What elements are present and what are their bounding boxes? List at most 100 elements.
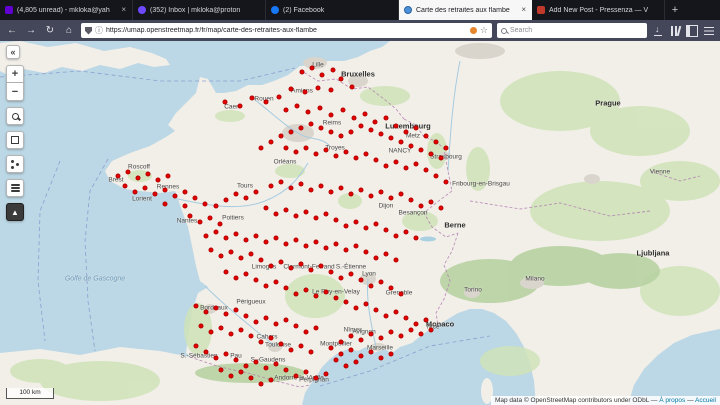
map-panel-toggle-button[interactable]: «: [6, 45, 20, 59]
map-marker[interactable]: [303, 209, 309, 215]
map-marker[interactable]: [393, 257, 399, 263]
map-marker[interactable]: [368, 349, 374, 355]
map-marker[interactable]: [323, 371, 329, 377]
map-marker[interactable]: [338, 275, 344, 281]
about-link[interactable]: À propos: [659, 397, 685, 404]
map-marker[interactable]: [208, 329, 214, 335]
map-marker[interactable]: [363, 249, 369, 255]
map-marker[interactable]: [413, 321, 419, 327]
map-marker[interactable]: [338, 76, 344, 82]
map-marker[interactable]: [363, 225, 369, 231]
map-marker[interactable]: [263, 283, 269, 289]
map-marker[interactable]: [343, 247, 349, 253]
map-marker[interactable]: [340, 107, 346, 113]
map-marker[interactable]: [388, 351, 394, 357]
map-marker[interactable]: [268, 263, 274, 269]
map-marker[interactable]: [368, 283, 374, 289]
map-marker[interactable]: [238, 255, 244, 261]
map-marker[interactable]: [428, 199, 434, 205]
map-marker[interactable]: [368, 331, 374, 337]
map-marker[interactable]: [248, 375, 254, 381]
tab-proton-mail[interactable]: (352) Inbox | mkloka@proton: [133, 0, 266, 20]
map-marker[interactable]: [368, 127, 374, 133]
new-tab-button[interactable]: +: [665, 0, 685, 20]
map-marker[interactable]: [187, 213, 193, 219]
map-marker[interactable]: [293, 373, 299, 379]
map-marker[interactable]: [299, 69, 305, 75]
map-marker[interactable]: [349, 84, 355, 90]
map-marker[interactable]: [330, 67, 336, 73]
map-marker[interactable]: [193, 343, 199, 349]
map-marker[interactable]: [328, 87, 334, 93]
map-marker[interactable]: [333, 241, 339, 247]
map-marker[interactable]: [403, 165, 409, 171]
map-marker[interactable]: [308, 267, 314, 273]
map-marker[interactable]: [362, 111, 368, 117]
map-marker[interactable]: [378, 355, 384, 361]
map-marker[interactable]: [328, 345, 334, 351]
map-marker[interactable]: [418, 147, 424, 153]
map-marker[interactable]: [197, 219, 203, 225]
map-marker[interactable]: [213, 355, 219, 361]
map-marker[interactable]: [418, 203, 424, 209]
map-marker[interactable]: [368, 193, 374, 199]
map-marker[interactable]: [313, 325, 319, 331]
map-marker[interactable]: [293, 237, 299, 243]
map-marker[interactable]: [273, 235, 279, 241]
map-marker[interactable]: [222, 99, 228, 105]
map-marker[interactable]: [283, 367, 289, 373]
map-marker[interactable]: [353, 243, 359, 249]
sidebar-toggle-icon[interactable]: [686, 24, 698, 37]
map-marker[interactable]: [343, 363, 349, 369]
map-marker[interactable]: [319, 72, 325, 78]
map-marker[interactable]: [233, 191, 239, 197]
back-button[interactable]: ←: [5, 25, 19, 36]
map-marker[interactable]: [258, 339, 264, 345]
map-marker[interactable]: [408, 327, 414, 333]
tab-yahoo-mail[interactable]: (4,805 unread) - mkloka@yah ×: [0, 0, 133, 20]
map-marker[interactable]: [423, 317, 429, 323]
map-marker[interactable]: [433, 173, 439, 179]
map-marker[interactable]: [218, 325, 224, 331]
map-marker[interactable]: [383, 163, 389, 169]
map-marker[interactable]: [423, 133, 429, 139]
map-marker[interactable]: [268, 183, 274, 189]
map-marker[interactable]: [283, 107, 289, 113]
map-marker[interactable]: [308, 349, 314, 355]
map-marker[interactable]: [383, 313, 389, 319]
map-marker[interactable]: [283, 145, 289, 151]
map-marker[interactable]: [298, 125, 304, 131]
map-marker[interactable]: [338, 351, 344, 357]
map-marker[interactable]: [358, 123, 364, 129]
map-marker[interactable]: [433, 139, 439, 145]
map-marker[interactable]: [333, 295, 339, 301]
map-marker[interactable]: [192, 195, 198, 201]
tab-umap-active[interactable]: Carte des retraites aux flambe ×: [399, 0, 532, 20]
map-marker[interactable]: [125, 169, 131, 175]
map-marker[interactable]: [263, 239, 269, 245]
map-marker[interactable]: [145, 171, 151, 177]
map-marker[interactable]: [333, 357, 339, 363]
map-marker[interactable]: [308, 187, 314, 193]
map-marker[interactable]: [152, 191, 158, 197]
map-marker[interactable]: [443, 145, 449, 151]
map-marker[interactable]: [298, 181, 304, 187]
map-marker[interactable]: [218, 367, 224, 373]
map-marker[interactable]: [413, 161, 419, 167]
layers-button[interactable]: [6, 179, 24, 197]
map-marker[interactable]: [278, 133, 284, 139]
map-marker[interactable]: [293, 291, 299, 297]
map-marker[interactable]: [348, 191, 354, 197]
map-marker[interactable]: [249, 95, 255, 101]
map-marker[interactable]: [213, 229, 219, 235]
map-marker[interactable]: [323, 211, 329, 217]
map-marker[interactable]: [228, 249, 234, 255]
map-marker[interactable]: [253, 233, 259, 239]
map-marker[interactable]: [413, 235, 419, 241]
map-marker[interactable]: [383, 227, 389, 233]
map-marker[interactable]: [298, 343, 304, 349]
map-marker[interactable]: [303, 145, 309, 151]
more-controls-button[interactable]: ▲: [6, 203, 24, 221]
map-marker[interactable]: [253, 189, 259, 195]
map-marker[interactable]: [273, 321, 279, 327]
